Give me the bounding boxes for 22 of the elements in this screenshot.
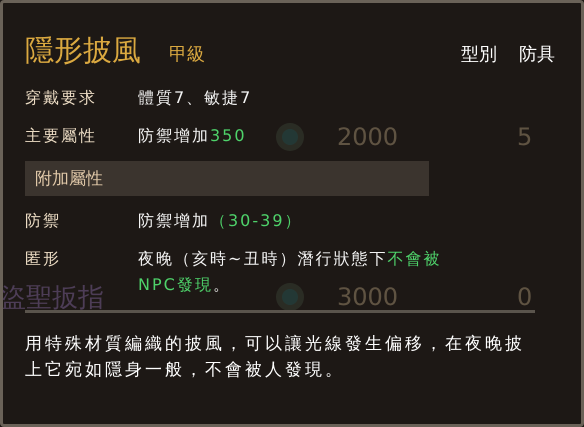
attribute-label: 穿戴要求 (25, 87, 98, 109)
attribute-value: 防禦增加 350 (138, 125, 247, 147)
item-price: 2000 (337, 123, 400, 151)
attribute-value: 夜晚（亥時~丑時）潛行狀態下不會被 (138, 248, 442, 270)
item-count: 0 (517, 283, 532, 311)
attribute-label: 主要屬性 (25, 125, 98, 147)
attribute-value: NPC發現。 (138, 274, 231, 296)
type-value: 防具 (519, 43, 555, 66)
attribute-value: 體質7、敏捷7 (138, 87, 252, 109)
item-count: 5 (517, 123, 532, 151)
attribute-label: 防禦 (25, 210, 62, 232)
item-name: 盜聖扳指 (0, 282, 104, 312)
attribute-label: 匿形 (25, 248, 62, 270)
type-label: 型別 (461, 43, 497, 66)
coin-icon (275, 122, 305, 152)
item-price: 3000 (337, 283, 400, 311)
attribute-value: 防禦增加（30-39） (138, 210, 302, 232)
item-title: 隱形披風 (25, 32, 141, 69)
section-header: 附加屬性 (25, 161, 429, 196)
coin-icon (275, 282, 305, 312)
item-description: 用特殊材質編織的披風，可以讓光線發生偏移，在夜晚披上它宛如隱身一般，不會被人發現。 (25, 310, 535, 383)
item-grade: 甲級 (169, 43, 205, 66)
